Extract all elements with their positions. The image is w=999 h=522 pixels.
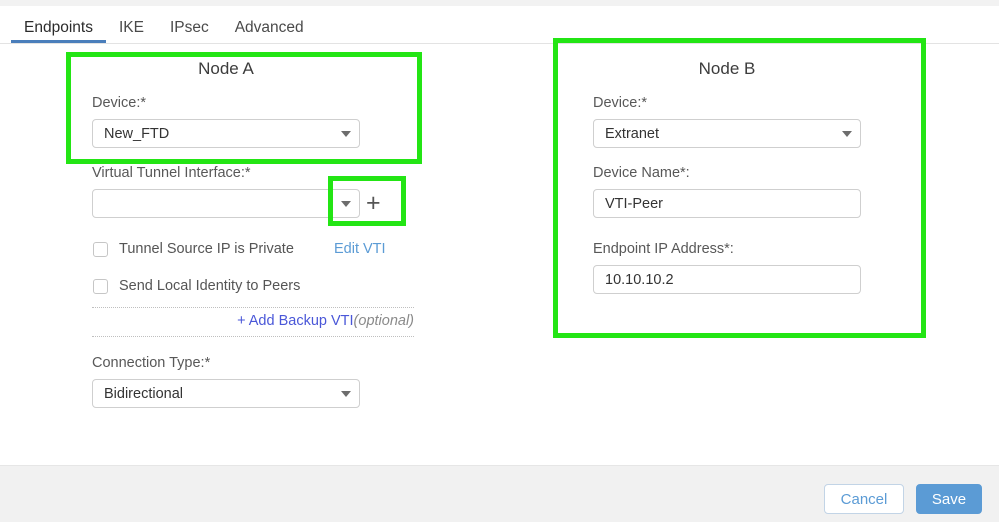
tab-ike[interactable]: IKE (106, 19, 157, 44)
add-backup-vti-optional-note: (optional) (353, 313, 414, 329)
tab-endpoints[interactable]: Endpoints (11, 19, 106, 44)
node-b-endpoint-ip-input[interactable]: 10.10.10.2 (593, 265, 861, 294)
node-b-device-name-value: VTI-Peer (605, 195, 664, 212)
chevron-down-icon (842, 130, 852, 137)
endpoints-panel: Node A Device:* New_FTD Virtual Tunnel I… (0, 45, 999, 465)
node-b-device-label: Device:* (593, 95, 647, 111)
chevron-down-icon (341, 390, 351, 397)
tab-advanced[interactable]: Advanced (222, 19, 317, 44)
chevron-down-icon (341, 130, 351, 137)
node-b-device-select[interactable]: Extranet (593, 119, 861, 148)
tab-bar: Endpoints IKE IPsec Advanced (0, 6, 999, 44)
add-backup-vti-link[interactable]: + Add Backup VTI (237, 313, 353, 329)
connection-type-label: Connection Type:* (92, 355, 211, 371)
send-local-identity-label: Send Local Identity to Peers (119, 278, 301, 294)
save-button[interactable]: Save (916, 484, 982, 514)
tab-ipsec[interactable]: IPsec (157, 19, 222, 44)
node-a-device-label: Device:* (92, 95, 146, 111)
edit-vti-link[interactable]: Edit VTI (334, 241, 386, 257)
tunnel-source-checkbox-row[interactable]: Tunnel Source IP is Private (93, 238, 294, 260)
node-b-endpoint-ip-value: 10.10.10.2 (605, 271, 674, 288)
node-a-vti-select[interactable] (92, 189, 360, 218)
tunnel-source-checkbox[interactable] (93, 241, 108, 257)
send-local-identity-checkbox[interactable] (93, 278, 108, 294)
node-b-title: Node B (698, 59, 756, 78)
node-b-device-name-input[interactable]: VTI-Peer (593, 189, 861, 218)
divider-top (92, 307, 414, 308)
send-local-identity-checkbox-row[interactable]: Send Local Identity to Peers (93, 275, 300, 297)
node-a-device-select[interactable]: New_FTD (92, 119, 360, 148)
tunnel-source-label: Tunnel Source IP is Private (119, 241, 294, 257)
node-b-device-value: Extranet (605, 125, 659, 142)
node-b-device-name-label: Device Name*: (593, 165, 690, 181)
connection-type-select[interactable]: Bidirectional (92, 379, 360, 408)
add-backup-vti-row[interactable]: + Add Backup VTI (optional) (92, 313, 414, 329)
divider-bottom (92, 336, 414, 337)
node-a-title: Node A (198, 59, 254, 78)
cancel-button[interactable]: Cancel (824, 484, 904, 514)
dialog-footer: Cancel Save (0, 465, 999, 522)
connection-type-value: Bidirectional (104, 385, 183, 402)
chevron-down-icon (341, 200, 351, 207)
node-a-device-value: New_FTD (104, 125, 170, 142)
add-vti-button[interactable]: + (366, 191, 381, 216)
node-b-endpoint-ip-label: Endpoint IP Address*: (593, 241, 734, 257)
node-a-vti-label: Virtual Tunnel Interface:* (92, 165, 251, 181)
